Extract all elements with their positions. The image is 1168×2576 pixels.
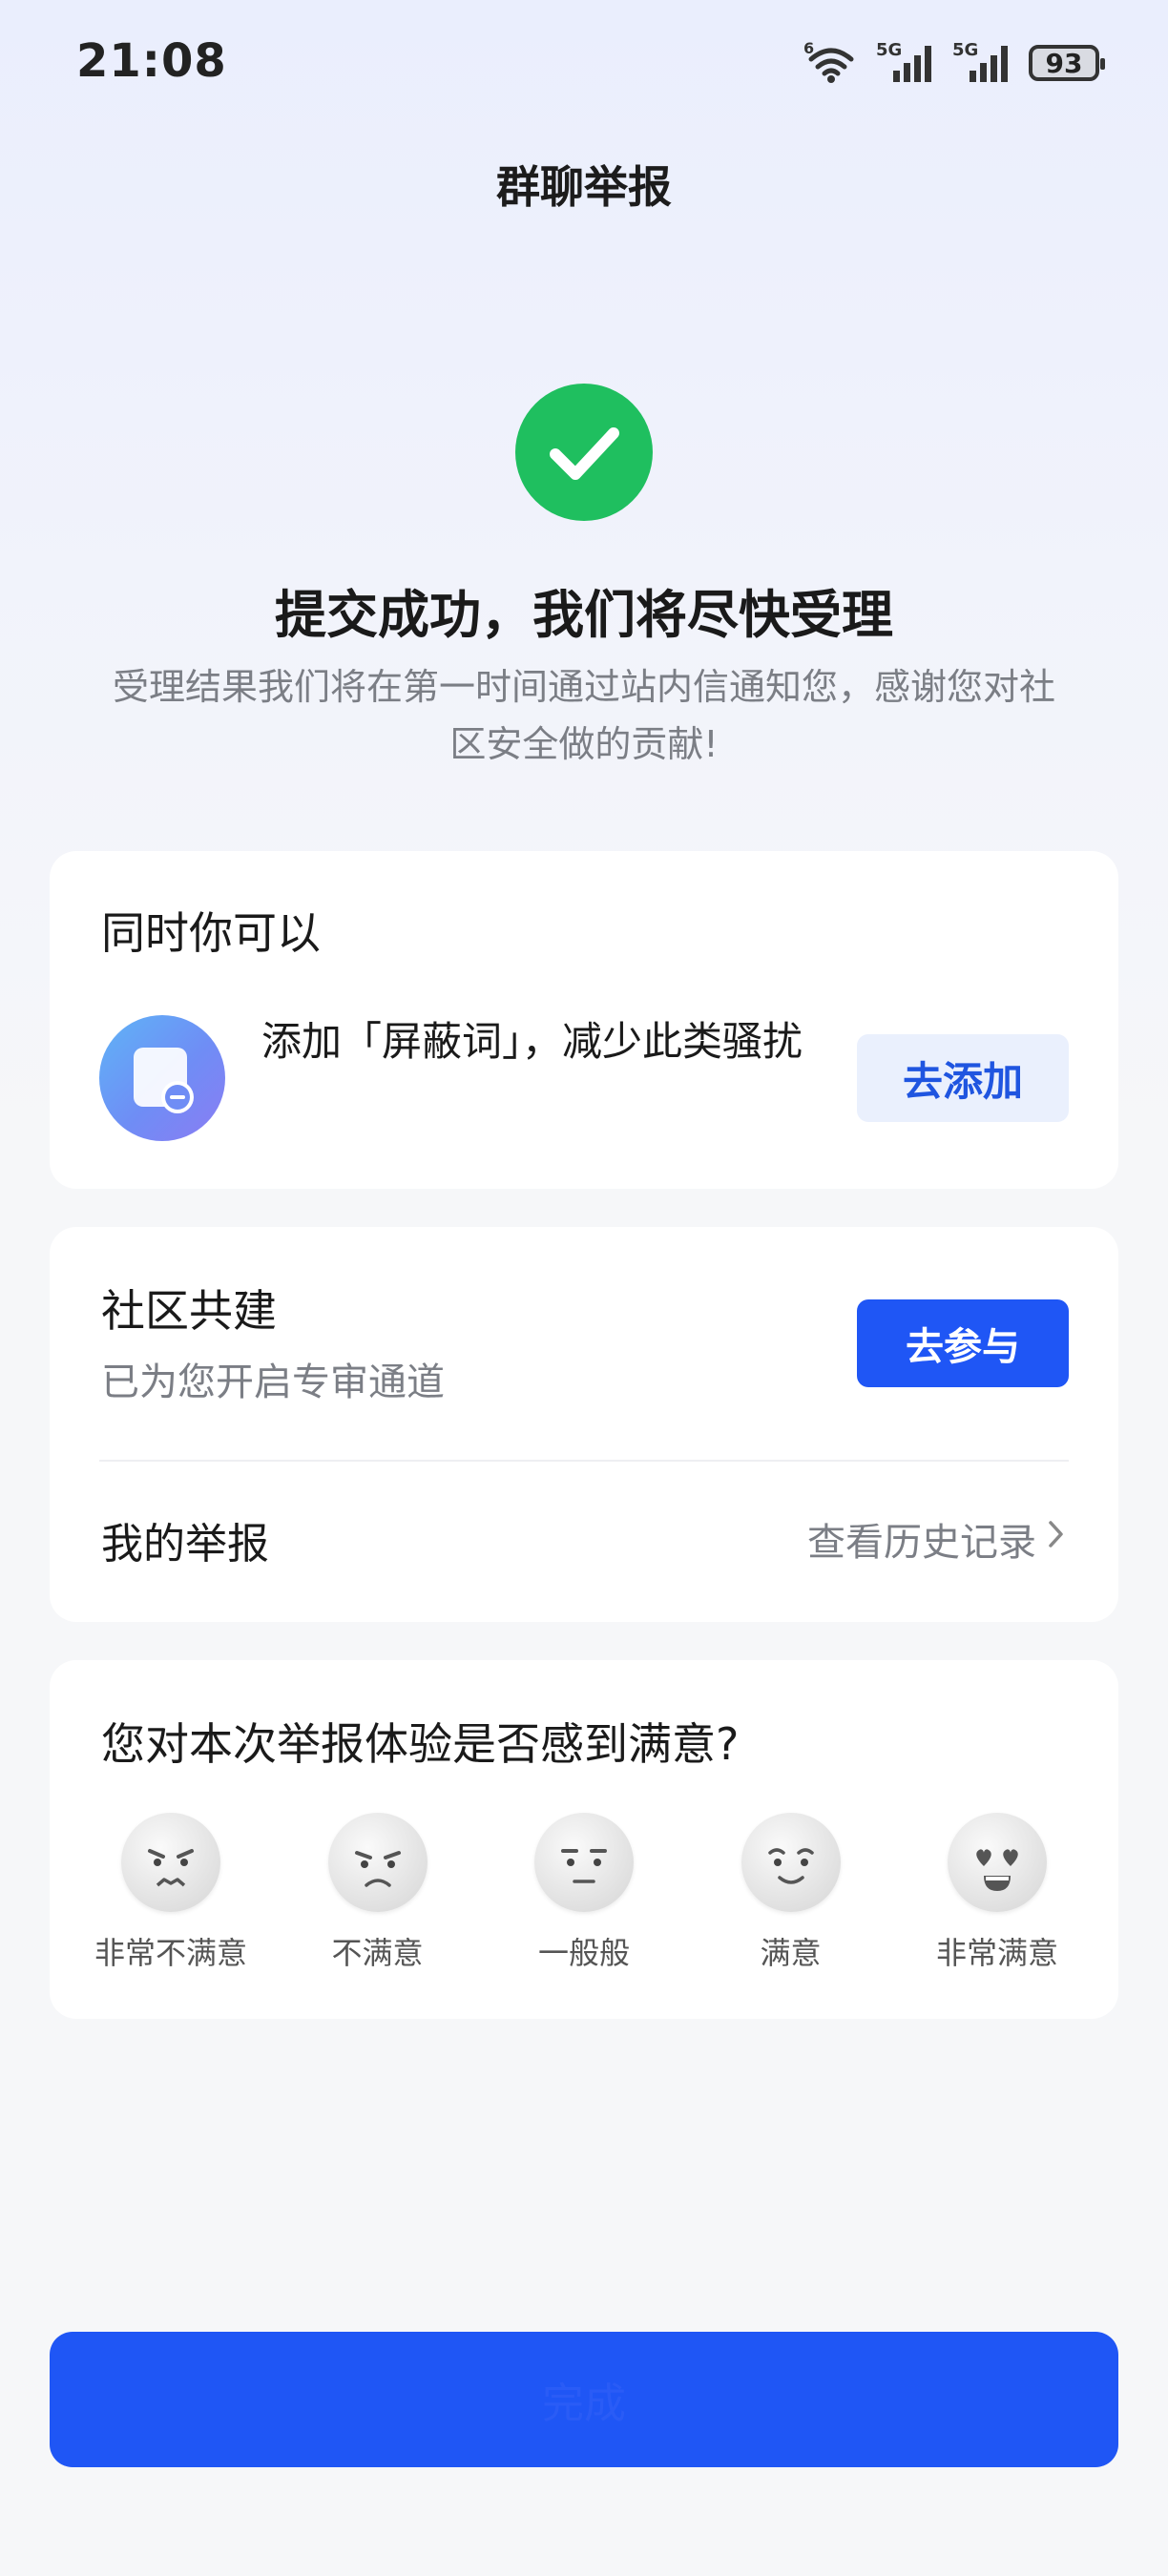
very-unsatisfied-face-icon — [121, 1813, 220, 1912]
rating-option-very-unsatisfied[interactable]: 非常不满意 — [80, 1813, 261, 1973]
rating-label: 非常满意 — [935, 1935, 1058, 1971]
block-word-text: 添加「屏蔽词」，减少此类骚扰 — [261, 1018, 803, 1065]
rating-label: 一般般 — [537, 1935, 630, 1971]
suggestion-heading: 同时你可以 — [101, 907, 321, 959]
survey-question: 您对本次举报体验是否感到满意? — [101, 1718, 740, 1770]
unsatisfied-face-icon — [327, 1813, 428, 1912]
rating-option-satisfied[interactable]: 满意 — [700, 1813, 882, 1973]
satisfied-face-icon — [740, 1813, 841, 1912]
chevron-right-icon — [1046, 1517, 1067, 1561]
battery-level: 93 — [1045, 47, 1083, 79]
suggestion-card: 同时你可以 添加「屏蔽词」，减少此类骚扰 去添加 — [50, 851, 1118, 1189]
wifi-badge: 6 — [803, 39, 814, 57]
rating-option-very-satisfied[interactable]: 非常满意 — [907, 1813, 1088, 1973]
my-reports-label: 我的举报 — [101, 1520, 269, 1568]
wifi-icon: 6 — [803, 38, 859, 88]
survey-card: 您对本次举报体验是否感到满意? 非常不满意 不满意 一般般 满意 非常满意 — [50, 1660, 1118, 2019]
add-block-word-button[interactable]: 去添加 — [857, 1034, 1069, 1122]
check-circle-icon — [515, 384, 653, 521]
block-word-icon — [99, 1015, 225, 1141]
rating-label: 不满意 — [331, 1935, 424, 1971]
rating-label: 非常不满意 — [94, 1935, 247, 1971]
history-link[interactable]: 查看历史记录 — [807, 1511, 1067, 1567]
rating-options: 非常不满意 不满意 一般般 满意 非常满意 — [80, 1813, 1088, 1973]
sim2-label: 5G — [952, 40, 978, 60]
status-icons: 6 5G 5G 93 — [803, 38, 1105, 88]
rating-option-neutral[interactable]: 一般般 — [493, 1813, 675, 1973]
neutral-face-icon — [534, 1813, 634, 1912]
status-time: 21:08 — [76, 34, 227, 88]
participate-button[interactable]: 去参与 — [857, 1299, 1069, 1387]
success-message: 受理结果我们将在第一时间通过站内信通知您，感谢您对社区安全做的贡献! — [112, 666, 1055, 765]
community-card: 社区共建 已为您开启专审通道 去参与 我的举报 查看历史记录 — [50, 1227, 1118, 1622]
rating-label: 满意 — [760, 1935, 822, 1971]
done-button-label: 完成 — [542, 2379, 626, 2428]
signal-icon: 5G — [952, 38, 1012, 88]
page-title: 群聊举报 — [496, 161, 672, 213]
status-bar: 21:08 6 5G 5G 93 — [0, 0, 1168, 134]
battery-icon: 93 — [1029, 45, 1105, 81]
divider — [99, 1460, 1069, 1462]
done-button[interactable]: 完成 — [50, 2332, 1118, 2467]
history-link-text: 查看历史记录 — [807, 1521, 1036, 1565]
sim1-label: 5G — [876, 40, 902, 60]
success-title: 提交成功，我们将尽快受理 — [275, 585, 893, 645]
community-subtitle: 已为您开启专审通道 — [101, 1361, 445, 1404]
community-title: 社区共建 — [101, 1285, 277, 1337]
very-satisfied-face-icon — [948, 1813, 1047, 1912]
signal-icon: 5G — [876, 38, 935, 88]
rating-option-unsatisfied[interactable]: 不满意 — [287, 1813, 469, 1973]
